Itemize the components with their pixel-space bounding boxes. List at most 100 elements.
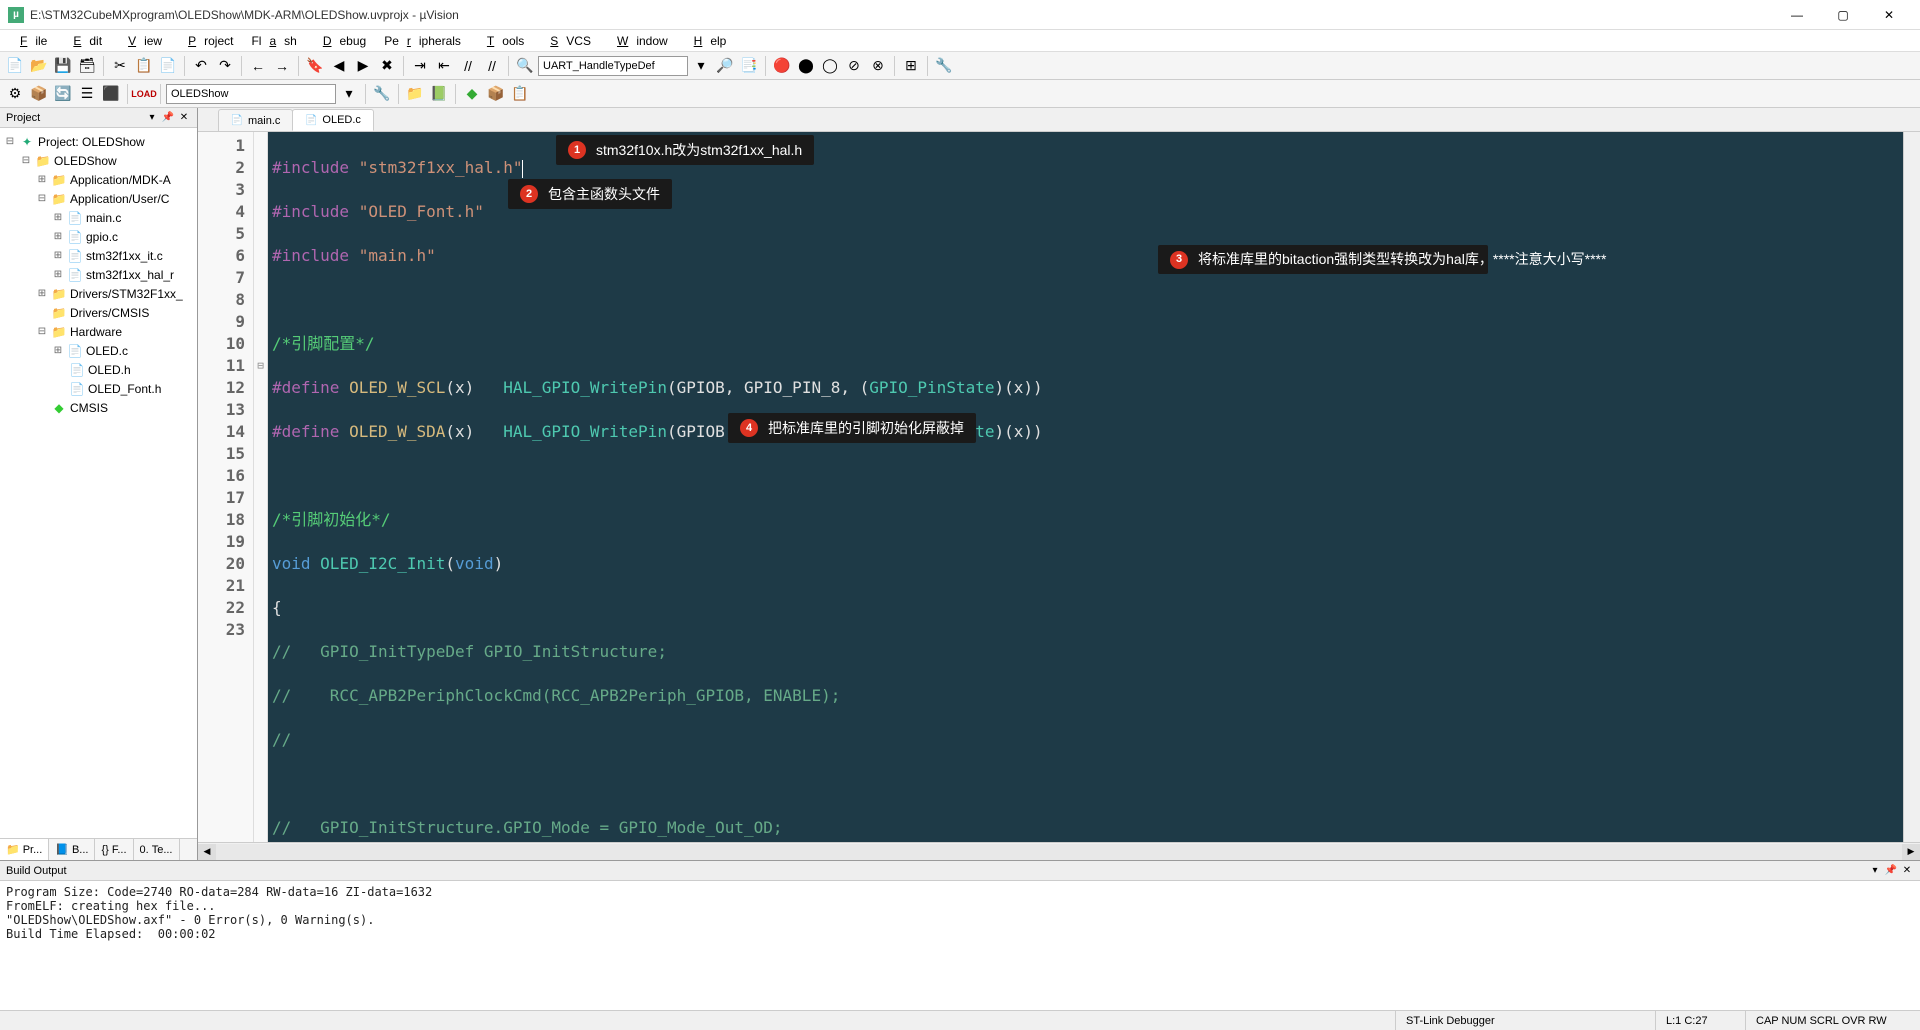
file-ext-icon[interactable]: 📁 <box>404 83 426 105</box>
batch-build-icon[interactable]: ☰ <box>76 83 98 105</box>
configure-icon[interactable]: 🔧 <box>933 55 955 77</box>
target-dropdown-icon[interactable]: ▾ <box>338 83 360 105</box>
tree-file[interactable]: ⊞📄main.c <box>0 208 197 227</box>
save-icon[interactable]: 💾 <box>52 55 74 77</box>
tree-file[interactable]: ⊞📄OLED.c <box>0 341 197 360</box>
indent-icon[interactable]: ⇥ <box>409 55 431 77</box>
tree-group-mdk[interactable]: ⊞📁Application/MDK-A <box>0 170 197 189</box>
pack-installer-icon[interactable]: 📦 <box>485 83 507 105</box>
scroll-right-icon[interactable]: ▶ <box>1902 844 1920 860</box>
undo-icon[interactable]: ↶ <box>190 55 212 77</box>
paste-icon[interactable]: 📄 <box>157 55 179 77</box>
rebuild-icon[interactable]: 🔄 <box>52 83 74 105</box>
tree-file[interactable]: ⊞📄stm32f1xx_hal_r <box>0 265 197 284</box>
nav-back-icon[interactable]: ← <box>247 55 269 77</box>
redo-icon[interactable]: ↷ <box>214 55 236 77</box>
bookmark-prev-icon[interactable]: ◀ <box>328 55 350 77</box>
tab-oled-c[interactable]: 📄OLED.c <box>292 109 374 131</box>
kill-breakpoints-icon[interactable]: ⊗ <box>867 55 889 77</box>
project-panel: Project ▾ 📌 ✕ ⊟✦Project: OLEDShow ⊟📁OLED… <box>0 108 198 860</box>
translate-icon[interactable]: ⚙ <box>4 83 26 105</box>
tree-file[interactable]: ⊞📄gpio.c <box>0 227 197 246</box>
download-icon[interactable]: LOAD <box>133 83 155 105</box>
bookmark-next-icon[interactable]: ▶ <box>352 55 374 77</box>
uncomment-icon[interactable]: // <box>481 55 503 77</box>
tree-file[interactable]: ⊞📄stm32f1xx_it.c <box>0 246 197 265</box>
panel-dropdown-icon[interactable]: ▾ <box>145 111 159 125</box>
bookmark-clear-icon[interactable]: ✖ <box>376 55 398 77</box>
vertical-scrollbar[interactable] <box>1903 132 1920 842</box>
menu-svcs[interactable]: SVCS <box>534 32 599 50</box>
menu-edit[interactable]: Edit <box>57 32 110 50</box>
tree-group-user[interactable]: ⊟📁Application/User/C <box>0 189 197 208</box>
fold-column[interactable]: ⊟ <box>254 132 268 842</box>
open-file-icon[interactable]: 📂 <box>28 55 50 77</box>
code-content[interactable]: #include "stm32f1xx_hal.h" #include "OLE… <box>268 132 1903 842</box>
tree-group-drivers-hal[interactable]: ⊞📁Drivers/STM32F1xx_ <box>0 284 197 303</box>
menu-project[interactable]: Project <box>172 32 241 50</box>
tree-file[interactable]: 📄OLED.h <box>0 360 197 379</box>
window-title: E:\STM32CubeMXprogram\OLEDShow\MDK-ARM\O… <box>30 8 1774 22</box>
tree-target[interactable]: ⊟📁OLEDShow <box>0 151 197 170</box>
output-dropdown-icon[interactable]: ▾ <box>1868 864 1882 878</box>
cut-icon[interactable]: ✂ <box>109 55 131 77</box>
horizontal-scrollbar[interactable]: ◀ ▶ <box>198 842 1920 860</box>
menu-window[interactable]: Window <box>601 32 676 50</box>
menu-peripherals[interactable]: Peripherals <box>376 32 469 50</box>
copy-icon[interactable]: 📋 <box>133 55 155 77</box>
tree-group-hardware[interactable]: ⊟📁Hardware <box>0 322 197 341</box>
find-combo[interactable] <box>538 56 688 76</box>
tree-cmsis-component[interactable]: ◆CMSIS <box>0 398 197 417</box>
disable-breakpoint-icon[interactable]: ⊘ <box>843 55 865 77</box>
menu-file[interactable]: File <box>4 32 55 50</box>
panel-tab-templates[interactable]: 0.Te... <box>134 839 180 860</box>
select-packs-icon[interactable]: 📋 <box>509 83 531 105</box>
new-file-icon[interactable]: 📄 <box>4 55 26 77</box>
outdent-icon[interactable]: ⇤ <box>433 55 455 77</box>
build-output-text[interactable]: Program Size: Code=2740 RO-data=284 RW-d… <box>0 881 1920 1010</box>
output-pin-icon[interactable]: 📌 <box>1884 864 1898 878</box>
line-gutter: 1234567891011121314151617181920212223 <box>198 132 254 842</box>
maximize-button[interactable]: ▢ <box>1820 0 1866 30</box>
panel-tab-books[interactable]: 📘B... <box>49 839 95 860</box>
manage-env-icon[interactable]: 📗 <box>428 83 450 105</box>
nav-fwd-icon[interactable]: → <box>271 55 293 77</box>
close-button[interactable]: ✕ <box>1866 0 1912 30</box>
menu-help[interactable]: Help <box>678 32 735 50</box>
panel-tab-project[interactable]: 📁Pr... <box>0 839 49 860</box>
tree-group-cmsis[interactable]: 📁Drivers/CMSIS <box>0 303 197 322</box>
save-all-icon[interactable]: 🗃 <box>76 55 98 77</box>
stop-build-icon[interactable]: ⬛ <box>100 83 122 105</box>
badge-1-icon: 1 <box>568 141 586 159</box>
minimize-button[interactable]: — <box>1774 0 1820 30</box>
menu-tools[interactable]: Tools <box>471 32 532 50</box>
menu-view[interactable]: View <box>112 32 170 50</box>
build-icon[interactable]: 📦 <box>28 83 50 105</box>
enable-breakpoint-icon[interactable]: ◯ <box>819 55 841 77</box>
status-indicators: CAP NUM SCRL OVR RW <box>1746 1011 1916 1030</box>
project-tree[interactable]: ⊟✦Project: OLEDShow ⊟📁OLEDShow ⊞📁Applica… <box>0 128 197 838</box>
tab-main-c[interactable]: 📄main.c <box>218 109 293 131</box>
find-dropdown-icon[interactable]: ▾ <box>690 55 712 77</box>
panel-tab-functions[interactable]: {}F... <box>95 839 133 860</box>
debug-start-icon[interactable]: 🔴 <box>771 55 793 77</box>
menu-flash[interactable]: Flash <box>243 32 304 50</box>
rte-icon[interactable]: ◆ <box>461 83 483 105</box>
scroll-left-icon[interactable]: ◀ <box>198 844 216 860</box>
bookmark-icon[interactable]: 🔖 <box>304 55 326 77</box>
insert-breakpoint-icon[interactable]: ⬤ <box>795 55 817 77</box>
target-combo[interactable] <box>166 84 336 104</box>
panel-pin-icon[interactable]: 📌 <box>161 111 175 125</box>
tree-file[interactable]: 📄OLED_Font.h <box>0 379 197 398</box>
comment-icon[interactable]: // <box>457 55 479 77</box>
find-in-files-icon[interactable]: 🔎 <box>714 55 736 77</box>
options-icon[interactable]: 🔧 <box>371 83 393 105</box>
tree-project-root[interactable]: ⊟✦Project: OLEDShow <box>0 132 197 151</box>
window-layout-icon[interactable]: ⊞ <box>900 55 922 77</box>
code-editor[interactable]: 1234567891011121314151617181920212223 ⊟ … <box>198 132 1920 842</box>
panel-close-icon[interactable]: ✕ <box>177 111 191 125</box>
incremental-find-icon[interactable]: 📑 <box>738 55 760 77</box>
find-icon[interactable]: 🔍 <box>514 55 536 77</box>
menu-debug[interactable]: Debug <box>307 32 374 50</box>
output-close-icon[interactable]: ✕ <box>1900 864 1914 878</box>
